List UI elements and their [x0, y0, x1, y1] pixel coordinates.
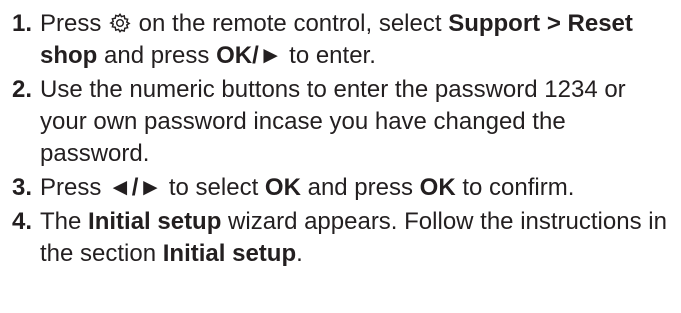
step-number: 3. [12, 174, 33, 201]
step-number: 2. [12, 76, 33, 103]
instruction-steps: 1. Press on the remote control, select S… [12, 8, 677, 272]
step-2: 2. Use the numeric buttons to enter the … [12, 74, 677, 170]
key-ok-right: OK/► [216, 42, 283, 69]
step-text-segment: to select [162, 174, 265, 201]
term-initial-setup: Initial setup [88, 208, 222, 235]
step-text: Press ◄/► to select OK and press OK to c… [40, 172, 677, 204]
step-text-segment: Press [40, 10, 109, 37]
step-1: 1. Press on the remote control, select S… [12, 8, 677, 72]
step-4: 4. The Initial setup wizard appears. Fol… [12, 206, 677, 270]
key-left-right: ◄/► [108, 174, 163, 201]
step-text-segment: to enter. [282, 42, 376, 69]
step-text-segment: and press [300, 174, 420, 201]
section-ref-initial-setup: Initial setup [162, 240, 297, 267]
key-ok: OK [264, 174, 301, 201]
step-text: Press on the remote control, select Supp… [40, 8, 677, 72]
step-3: 3. Press ◄/► to select OK and press OK t… [12, 172, 677, 204]
step-text: The Initial setup wizard appears. Follow… [40, 206, 677, 270]
step-text: Use the numeric buttons to enter the pas… [40, 76, 626, 167]
step-text-segment: to confirm. [455, 174, 575, 201]
step-text-segment: and press [97, 42, 217, 69]
menu-path-support: Support > [448, 10, 561, 37]
step-number: 1. [12, 10, 33, 37]
step-text-segment: on the remote control, select [132, 10, 449, 37]
step-text-segment: The [40, 208, 89, 235]
step-text-segment: Press [40, 174, 109, 201]
step-number: 4. [12, 208, 33, 235]
key-ok: OK [419, 174, 456, 201]
gear-icon [109, 12, 131, 34]
step-text-segment: . [296, 240, 303, 267]
